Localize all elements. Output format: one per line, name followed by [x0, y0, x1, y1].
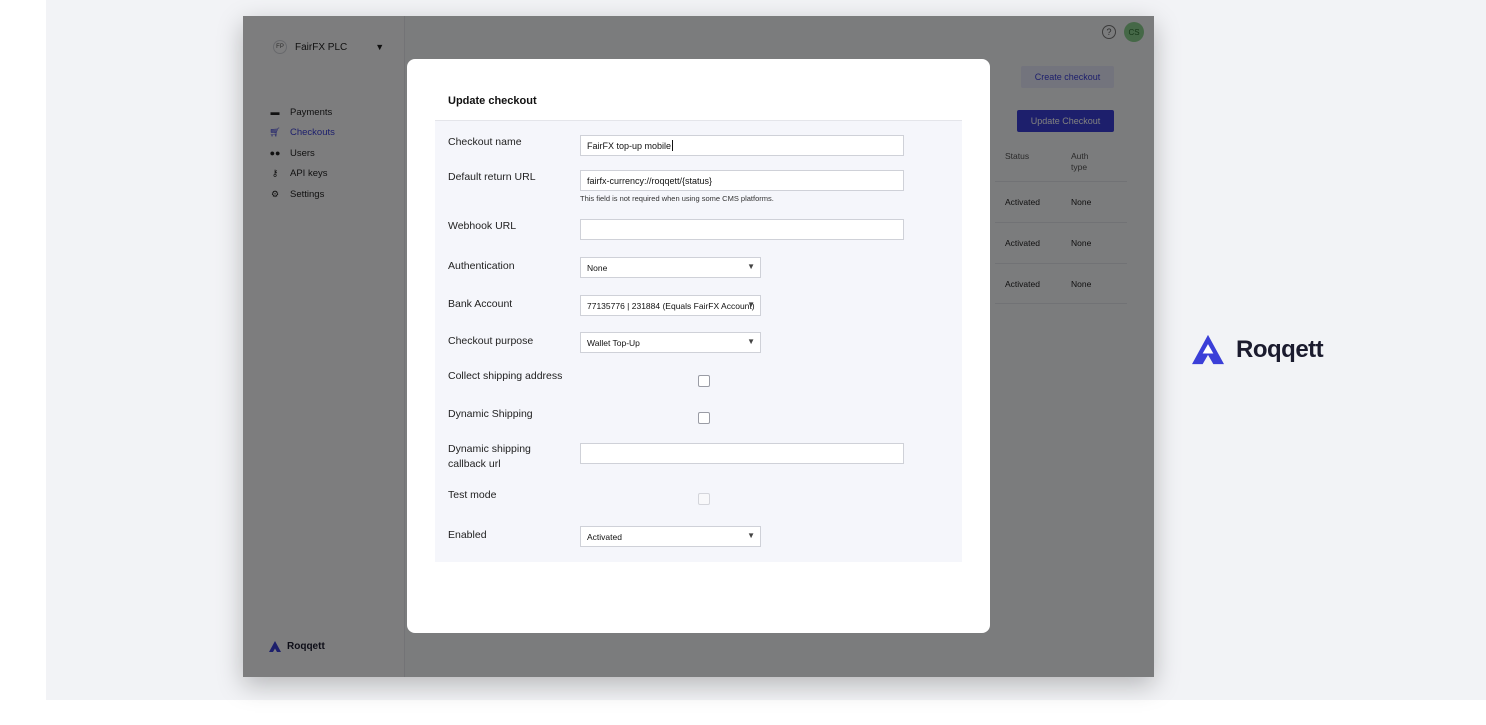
webhook-url-input[interactable]	[580, 219, 904, 240]
chevron-down-icon: ▼	[747, 300, 755, 309]
checkout-form: Checkout name FairFX top-up mobile Defau…	[435, 121, 962, 562]
return-url-label: Default return URL	[448, 171, 536, 183]
return-url-value: fairfx-currency://roqqett/{status}	[587, 175, 713, 186]
test-mode-label: Test mode	[448, 489, 497, 501]
enabled-label: Enabled	[448, 529, 487, 541]
bank-account-select[interactable]: 77135776 | 231884 (Equals FairFX Account…	[580, 295, 761, 316]
update-checkout-modal: Update checkout Checkout name FairFX top…	[407, 59, 990, 633]
roqqett-brand: Roqqett	[1192, 334, 1324, 365]
authentication-value: None	[587, 262, 608, 273]
checkout-purpose-value: Wallet Top-Up	[587, 337, 640, 348]
bank-account-label: Bank Account	[448, 298, 513, 310]
checkout-purpose-label: Checkout purpose	[448, 335, 534, 347]
authentication-select[interactable]: None ▼	[580, 257, 761, 278]
checkout-name-value: FairFX top-up mobile	[587, 140, 672, 151]
chevron-down-icon: ▼	[747, 531, 755, 540]
chevron-down-icon: ▼	[747, 337, 755, 346]
shipping-callback-input[interactable]	[580, 443, 904, 464]
checkout-name-input[interactable]: FairFX top-up mobile	[580, 135, 904, 156]
checkout-name-label: Checkout name	[448, 136, 522, 148]
webhook-url-label: Webhook URL	[448, 220, 517, 232]
text-cursor	[672, 140, 674, 151]
collect-shipping-label: Collect shipping address	[448, 370, 563, 382]
bank-account-value: 77135776 | 231884 (Equals FairFX Account…	[587, 300, 755, 311]
test-mode-checkbox[interactable]	[698, 493, 710, 505]
roqqett-logo-icon	[1192, 334, 1224, 365]
shipping-callback-label: Dynamic shipping callback url	[448, 443, 531, 470]
modal-title: Update checkout	[448, 95, 537, 107]
authentication-label: Authentication	[448, 260, 515, 272]
chevron-down-icon: ▼	[747, 262, 755, 271]
return-url-hint: This field is not required when using so…	[580, 194, 774, 203]
dynamic-shipping-checkbox[interactable]	[698, 412, 710, 424]
checkout-purpose-select[interactable]: Wallet Top-Up ▼	[580, 332, 761, 353]
enabled-select[interactable]: Activated ▼	[580, 526, 761, 547]
enabled-value: Activated	[587, 531, 622, 542]
roqqett-brand-name: Roqqett	[1236, 335, 1324, 363]
collect-shipping-checkbox[interactable]	[698, 375, 710, 387]
dynamic-shipping-label: Dynamic Shipping	[448, 408, 533, 420]
return-url-input[interactable]: fairfx-currency://roqqett/{status}	[580, 170, 904, 191]
